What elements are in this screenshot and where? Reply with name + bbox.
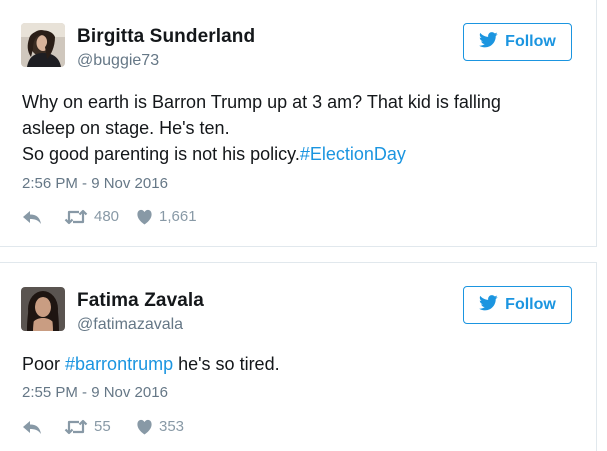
like-button[interactable]: 353 (136, 418, 184, 435)
tweet-text: Poor #barrontrump he's so tired. (22, 351, 582, 377)
display-name[interactable]: Fatima Zavala (77, 290, 204, 312)
tweet-actions: 55 353 (22, 418, 184, 435)
follow-label: Follow (505, 33, 556, 50)
tweet-timestamp[interactable]: 2:55 PM - 9 Nov 2016 (22, 384, 168, 401)
reply-icon (22, 419, 42, 435)
tweet-text-segment: he's so tired. (173, 354, 280, 374)
retweet-icon (64, 419, 88, 435)
tweet-actions: 480 1,661 (22, 208, 197, 225)
hashtag-link[interactable]: #barrontrump (65, 354, 173, 374)
tweet-timestamp[interactable]: 2:56 PM - 9 Nov 2016 (22, 175, 168, 192)
follow-button[interactable]: Follow (463, 23, 572, 61)
twitter-bird-icon (479, 31, 498, 53)
tweet-feed: Birgitta Sunderland @buggie73 Follow Why… (0, 0, 607, 451)
like-button[interactable]: 1,661 (136, 208, 197, 225)
like-count: 1,661 (159, 208, 197, 225)
tweet-text-line: asleep on stage. He's ten. (22, 118, 230, 138)
heart-icon (136, 209, 153, 225)
follow-label: Follow (505, 296, 556, 313)
tweet-card: Birgitta Sunderland @buggie73 Follow Why… (0, 0, 597, 247)
tweet-text-segment: Poor (22, 354, 66, 374)
retweet-button[interactable]: 55 (64, 418, 136, 435)
reply-icon (22, 209, 42, 225)
reply-button[interactable] (22, 419, 64, 435)
reply-button[interactable] (22, 209, 64, 225)
retweet-button[interactable]: 480 (64, 208, 136, 225)
tweet-card: Fatima Zavala @fatimazavala Follow Poor … (0, 262, 597, 451)
display-name[interactable]: Birgitta Sunderland (77, 26, 255, 48)
tweet-text-segment: So good parenting is not his policy. (22, 144, 300, 164)
user-handle[interactable]: @fatimazavala (77, 316, 183, 334)
retweet-icon (64, 209, 88, 225)
avatar[interactable] (21, 287, 65, 331)
avatar[interactable] (21, 23, 65, 67)
follow-button[interactable]: Follow (463, 286, 572, 324)
tweet-text: Why on earth is Barron Trump up at 3 am?… (22, 89, 582, 167)
like-count: 353 (159, 418, 185, 435)
heart-icon (136, 419, 153, 435)
tweet-text-line: Why on earth is Barron Trump up at 3 am?… (22, 92, 501, 112)
retweet-count: 55 (94, 418, 111, 435)
hashtag-link[interactable]: #ElectionDay (300, 144, 406, 164)
user-handle[interactable]: @buggie73 (77, 52, 159, 70)
retweet-count: 480 (94, 208, 120, 225)
tweet-text-line: So good parenting is not his policy.#Ele… (22, 141, 582, 167)
twitter-bird-icon (479, 294, 498, 316)
